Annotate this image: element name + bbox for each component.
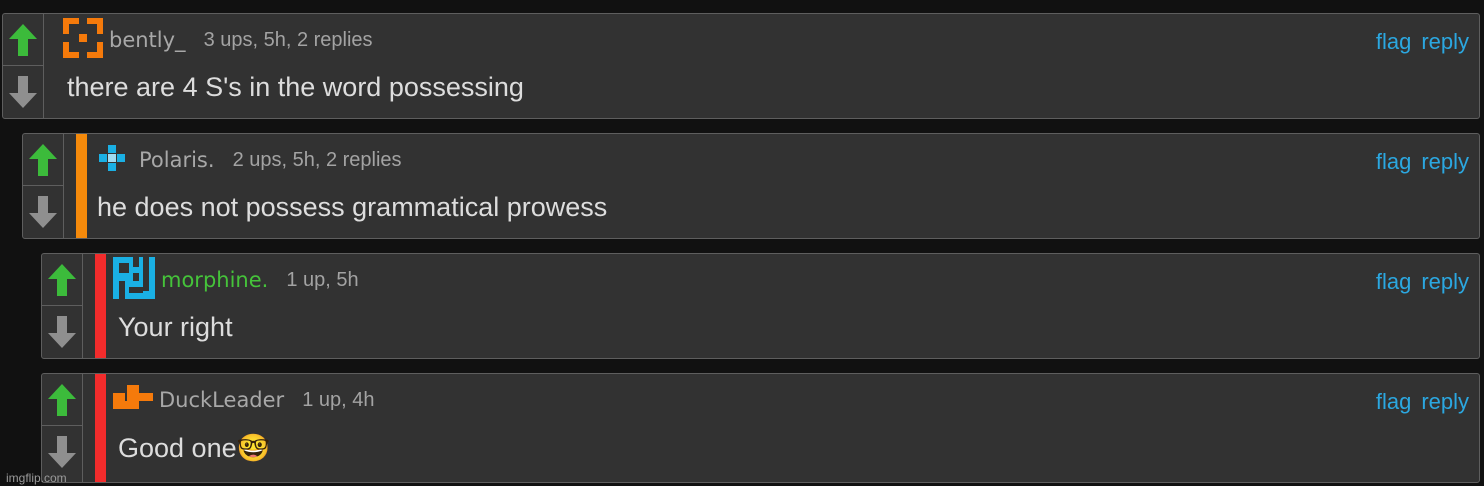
comment-text: he does not possess grammatical prowess [97, 192, 608, 222]
reply-link[interactable]: reply [1421, 29, 1469, 55]
downvote-arrow-icon [48, 436, 76, 468]
flag-link[interactable]: flag [1376, 149, 1411, 175]
reply-link[interactable]: reply [1421, 389, 1469, 415]
comment: bently_ 3 ups, 5h, 2 replies flag reply … [2, 13, 1480, 119]
orange-square-avatar-icon[interactable] [63, 18, 103, 62]
watermark: imgflip.com [6, 471, 67, 485]
upvote-button[interactable] [23, 134, 63, 186]
comment-meta: bently_ 3 ups, 5h, 2 replies [63, 18, 373, 58]
upvote-button[interactable] [42, 374, 82, 426]
upvote-arrow-icon [48, 383, 76, 416]
downvote-button[interactable] [3, 66, 43, 118]
comment-stats: 1 up, 5h [286, 268, 359, 291]
flag-link[interactable]: flag [1376, 389, 1411, 415]
upvote-arrow-icon [29, 143, 57, 176]
vote-column [42, 374, 83, 482]
comment: Polaris. 2 ups, 5h, 2 replies flag reply… [22, 133, 1480, 239]
comment-actions: flag reply [1376, 264, 1469, 300]
comment-text: there are 4 S's in the word possessing [67, 72, 524, 102]
orange-duck-avatar-icon[interactable] [113, 385, 153, 415]
thread-depth-bar [76, 134, 87, 238]
comment-meta: Polaris. 2 ups, 5h, 2 replies [99, 142, 402, 178]
thread-depth-bar [95, 374, 106, 482]
vote-column [23, 134, 64, 238]
flag-link[interactable]: flag [1376, 29, 1411, 55]
downvote-button[interactable] [23, 186, 63, 238]
comment: DuckLeader 1 up, 4h flag reply Good one🤓 [41, 373, 1480, 483]
comment-thread: bently_ 3 ups, 5h, 2 replies flag reply … [0, 0, 1484, 486]
comment-actions: flag reply [1376, 384, 1469, 420]
vote-column [42, 254, 83, 358]
comment-text: Good one🤓 [118, 433, 271, 463]
reply-link[interactable]: reply [1421, 149, 1469, 175]
comment-text: Your right [118, 312, 233, 342]
username-link[interactable]: Polaris. [139, 148, 215, 172]
blue-glyph-avatar-icon[interactable] [113, 257, 155, 303]
flag-link[interactable]: flag [1376, 269, 1411, 295]
comment: morphine. 1 up, 5h flag reply Your right [41, 253, 1480, 359]
comment-stats: 2 ups, 5h, 2 replies [232, 148, 402, 171]
comment-actions: flag reply [1376, 144, 1469, 180]
vote-column [3, 14, 44, 118]
comment-stats: 3 ups, 5h, 2 replies [203, 28, 373, 51]
downvote-arrow-icon [9, 76, 37, 108]
upvote-arrow-icon [48, 263, 76, 296]
downvote-arrow-icon [29, 196, 57, 228]
blue-cross-avatar-icon[interactable] [99, 145, 125, 175]
upvote-button[interactable] [42, 254, 82, 306]
reply-link[interactable]: reply [1421, 269, 1469, 295]
username-link[interactable]: morphine. [161, 268, 268, 292]
upvote-arrow-icon [9, 23, 37, 56]
thread-depth-bar [95, 254, 106, 358]
comment-meta: DuckLeader 1 up, 4h [113, 382, 375, 418]
comment-actions: flag reply [1376, 24, 1469, 60]
username-link[interactable]: DuckLeader [159, 388, 284, 412]
comment-meta: morphine. 1 up, 5h [113, 257, 359, 299]
downvote-button[interactable] [42, 306, 82, 358]
upvote-button[interactable] [3, 14, 43, 66]
comment-stats: 1 up, 4h [302, 388, 375, 411]
downvote-arrow-icon [48, 316, 76, 348]
username-link[interactable]: bently_ [109, 28, 186, 52]
